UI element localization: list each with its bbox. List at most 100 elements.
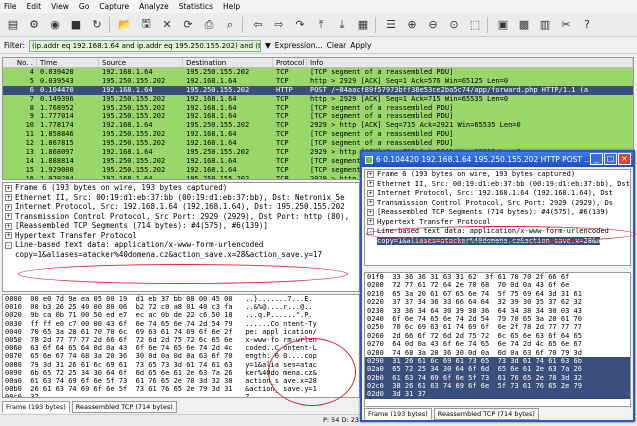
detail-tree-item[interactable]: + Transmission Control Protocol, Src Port… — [3, 212, 359, 222]
packet-row[interactable]: 5 0.039543 195.250.155.202 192.168.1.64 TCP h… — [3, 76, 633, 86]
clear-button[interactable]: Clear — [327, 41, 347, 50]
minimize-icon[interactable]: _ — [590, 153, 603, 165]
menu-statistics[interactable]: Statistics — [179, 2, 213, 11]
goto-icon[interactable]: ↷ — [291, 16, 309, 34]
expand-icon[interactable]: + — [367, 180, 374, 187]
close-file-icon[interactable]: ✕ — [158, 16, 176, 34]
expand-icon[interactable]: + — [5, 222, 12, 230]
packet-window-titlebar[interactable]: 6 0.104420 192.168.1.64 195.250.155.202 … — [362, 152, 633, 167]
detail-tree-item[interactable]: + Hypertext Transfer Protocol — [365, 218, 630, 228]
detail-text: Internet Protocol, Src: 192.168.1.64 (19… — [15, 202, 345, 211]
last-packet-icon[interactable]: ⤓ — [333, 16, 351, 34]
close-icon[interactable]: × — [618, 153, 631, 165]
detail-tree-item[interactable]: + [Reassembled TCP Segments (714 bytes): … — [365, 208, 630, 218]
expand-icon[interactable]: + — [367, 199, 374, 206]
stop-capture-icon[interactable]: ■ — [67, 16, 85, 34]
popup-tab-frame[interactable]: Frame (193 bytes) — [364, 408, 432, 420]
col-source[interactable]: Source — [99, 58, 183, 67]
packet-row[interactable]: 11 1.858846 195.250.155.202 192.168.1.64 TCP… — [3, 130, 633, 140]
restart-capture-icon[interactable]: ↻ — [88, 16, 106, 34]
expand-icon[interactable]: + — [5, 232, 12, 239]
menu-edit[interactable]: Edit — [27, 2, 42, 11]
detail-tree-item[interactable]: - Line-based text data: application/x-www… — [3, 240, 359, 250]
menu-file[interactable]: File — [4, 2, 17, 11]
save-file-icon[interactable]: 🖫 — [137, 16, 155, 34]
resize-columns-icon[interactable]: ⬚ — [466, 16, 484, 34]
popup-tab-reassembled-tcp[interactable]: Reassembled TCP (714 bytes) — [433, 408, 539, 420]
col-no[interactable]: No. . — [3, 58, 37, 67]
zoom-in-icon[interactable]: ⊕ — [403, 16, 421, 34]
detail-tree-item[interactable]: + Ethernet II, Src: 00:19:d1:eb:37:bb (00… — [3, 193, 359, 203]
packet-row[interactable]: 7 0.149396 195.250.155.202 192.168.1.64 TCP h… — [3, 94, 633, 104]
expression-button[interactable]: Expression... — [275, 41, 323, 50]
open-file-icon[interactable]: 📂 — [116, 16, 134, 34]
expand-icon[interactable]: + — [5, 184, 12, 192]
col-info[interactable]: Info — [307, 58, 633, 67]
packet-cell-no: 12 — [25, 139, 34, 148]
expand-icon[interactable]: + — [367, 170, 374, 178]
preferences-icon[interactable]: ✂ — [557, 16, 575, 34]
tab-reassembled-tcp[interactable]: Reassembled TCP (714 bytes) — [71, 401, 177, 413]
menu-go[interactable]: Go — [79, 2, 89, 11]
menu-view[interactable]: View — [51, 2, 69, 11]
packet-row[interactable]: 12 1.867815 195.250.155.202 192.168.1.64 TCP… — [3, 139, 633, 149]
coloring-rules-icon[interactable]: ▥ — [536, 16, 554, 34]
expand-icon[interactable]: + — [367, 208, 374, 216]
filter-dropdown-icon[interactable]: ▼ — [265, 41, 271, 50]
packet-row[interactable]: 4 0.039420 192.168.1.64 195.250.155.202 TCP [… — [3, 68, 633, 77]
apply-button[interactable]: Apply — [350, 41, 371, 50]
tab-frame[interactable]: Frame (193 bytes) — [2, 401, 70, 413]
start-capture-icon[interactable]: ◉ — [46, 16, 64, 34]
find-icon[interactable]: ⌕ — [221, 16, 239, 34]
zoom-out-icon[interactable]: ⊖ — [424, 16, 442, 34]
hex-line: 0030 ff ff e0 c7 00 00 43 6f 6e 74 65 6e… — [5, 319, 317, 328]
menu-help[interactable]: Help — [223, 2, 240, 11]
packet-details-pane[interactable]: + Frame 6 (193 bytes on wire, 193 bytes c… — [2, 182, 360, 292]
packet-row[interactable]: 9 1.777014 195.250.155.202 192.168.1.64 TCP [… — [3, 112, 633, 122]
collapse-icon[interactable]: - — [367, 227, 374, 235]
popup-bytes-pane[interactable]: 01f0 33 36 36 31 63 31 62 3f 61 70 70 2f… — [364, 272, 631, 407]
capture-filters-icon[interactable]: ▣ — [494, 16, 512, 34]
print-icon[interactable]: ⎙ — [200, 16, 218, 34]
display-filters-icon[interactable]: ▩ — [515, 16, 533, 34]
packet-row[interactable]: 8 1.768952 195.250.155.202 192.168.1.64 TCP [… — [3, 103, 633, 113]
forward-icon[interactable]: ⇨ — [270, 16, 288, 34]
expand-icon[interactable]: + — [5, 194, 12, 201]
detail-tree-item[interactable]: + Ethernet II, Src: 00:19:d1:eb:37:bb (00… — [365, 180, 630, 190]
first-packet-icon[interactable]: ⤒ — [312, 16, 330, 34]
detail-tree-item[interactable]: - Line-based text data: application/x-www… — [365, 227, 630, 237]
maximize-icon[interactable]: □ — [604, 153, 617, 165]
packet-row[interactable]: 6 0.104470 192.168.1.64 195.250.155.202 HTTP… — [3, 85, 633, 95]
expand-icon[interactable]: + — [5, 203, 12, 211]
help-icon[interactable]: ? — [578, 16, 596, 34]
packet-bytes-pane[interactable]: 0000 00 e0 7d 9e ea 05 00 19 d1 eb 37 bb… — [2, 294, 360, 398]
detail-tree-item[interactable]: + Internet Protocol, Src: 192.168.1.64 (1… — [365, 189, 630, 199]
filter-input[interactable]: (ip.addr eq 192.168.1.64 and ip.addr eq … — [28, 39, 261, 52]
popup-details-pane[interactable]: + Frame 6 (193 bytes on wire, 193 bytes c… — [364, 169, 631, 266]
collapse-icon[interactable]: - — [5, 241, 12, 249]
col-destination[interactable]: Destination — [183, 58, 273, 67]
col-protocol[interactable]: Protocol — [273, 58, 307, 67]
expand-icon[interactable]: + — [367, 189, 374, 197]
zoom-normal-icon[interactable]: ⊙ — [445, 16, 463, 34]
packet-row[interactable]: 10 1.778174 192.168.1.64 195.250.155.202 TCP… — [3, 121, 633, 131]
autoscroll-icon[interactable]: ☰ — [382, 16, 400, 34]
menu-analyze[interactable]: Analyze — [139, 2, 169, 11]
detail-tree-item[interactable]: copy=1&aliases=atacker%40domena.cz&actio… — [3, 250, 359, 260]
detail-tree-item[interactable]: + Frame 6 (193 bytes on wire, 193 bytes c… — [365, 170, 630, 180]
detail-tree-item[interactable]: + Transmission Control Protocol, Src Port… — [365, 199, 630, 209]
menu-capture[interactable]: Capture — [99, 2, 129, 11]
detail-tree-item[interactable]: copy=1&aliases=atacker%40domena.cz&actio… — [365, 236, 630, 247]
expand-icon[interactable]: + — [5, 213, 12, 220]
col-time[interactable]: Time — [37, 58, 99, 67]
interface-list-icon[interactable]: ▤ — [4, 16, 22, 34]
colorize-icon[interactable]: ▦ — [354, 16, 372, 34]
detail-tree-item[interactable]: + Hypertext Transfer Protocol — [3, 231, 359, 241]
detail-tree-item[interactable]: + Frame 6 (193 bytes on wire, 193 bytes c… — [3, 183, 359, 193]
reload-icon[interactable]: ⟳ — [179, 16, 197, 34]
capture-options-icon[interactable]: ⚙ — [25, 16, 43, 34]
detail-tree-item[interactable]: + Internet Protocol, Src: 192.168.1.64 (1… — [3, 202, 359, 212]
detail-tree-item[interactable]: + [Reassembled TCP Segments (714 bytes): … — [3, 221, 359, 231]
back-icon[interactable]: ⇦ — [249, 16, 267, 34]
expand-icon[interactable]: + — [367, 218, 374, 225]
